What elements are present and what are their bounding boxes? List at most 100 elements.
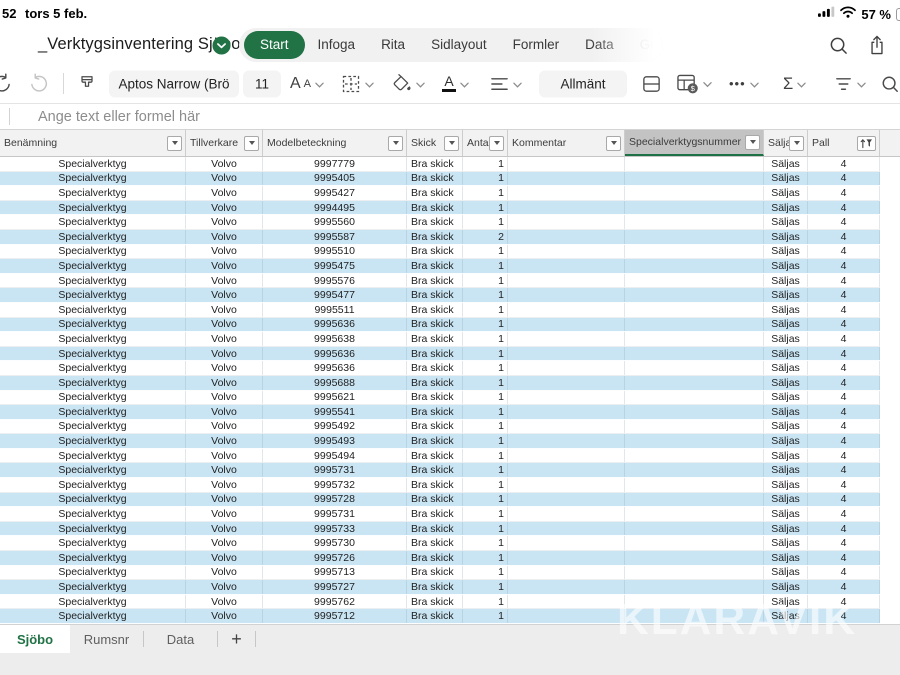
cell[interactable] [625, 215, 764, 229]
cell[interactable]: 9995733 [263, 522, 407, 536]
cell[interactable] [625, 536, 764, 550]
cell[interactable]: 9995732 [263, 478, 407, 492]
cell[interactable]: 9995510 [263, 245, 407, 259]
cell[interactable]: 4 [808, 318, 880, 332]
table-row[interactable]: SpecialverktygVolvo9995560Bra skick1Sälj… [0, 215, 880, 230]
cell[interactable]: Bra skick [407, 288, 463, 302]
cell[interactable]: Bra skick [407, 186, 463, 200]
ribbon-tab-formler[interactable]: Formler [500, 31, 573, 59]
cell[interactable]: 9995636 [263, 361, 407, 375]
table-row[interactable]: SpecialverktygVolvo9995541Bra skick1Sälj… [0, 405, 880, 420]
column-header-specialverktygsnummer[interactable]: Specialverktygsnummer [625, 130, 764, 156]
table-row[interactable]: SpecialverktygVolvo9995427Bra skick1Sälj… [0, 186, 880, 201]
cell[interactable]: 1 [463, 463, 508, 477]
cell[interactable]: Specialverktyg [0, 318, 186, 332]
cell[interactable]: 4 [808, 405, 880, 419]
table-row[interactable]: SpecialverktygVolvo9995688Bra skick1Sälj… [0, 376, 880, 391]
search-icon[interactable] [829, 36, 848, 60]
cell[interactable]: 9995713 [263, 566, 407, 580]
cell[interactable]: Säljas [764, 157, 808, 171]
cell[interactable]: 9995511 [263, 303, 407, 317]
table-row[interactable]: SpecialverktygVolvo9995731Bra skick1Sälj… [0, 463, 880, 478]
cell[interactable]: 4 [808, 288, 880, 302]
cell[interactable]: Specialverktyg [0, 405, 186, 419]
cell[interactable] [625, 245, 764, 259]
cell[interactable]: 4 [808, 493, 880, 507]
column-header-s-ljas[interactable]: Säljas [764, 130, 808, 156]
cell-format-button[interactable]: $ [676, 73, 712, 94]
sheet-tab-sj-bo[interactable]: Sjöbo [0, 625, 70, 653]
cell[interactable] [508, 420, 625, 434]
cell[interactable] [625, 580, 764, 594]
cell[interactable]: Säljas [764, 303, 808, 317]
cell[interactable]: Säljas [764, 507, 808, 521]
cell[interactable] [625, 157, 764, 171]
cell[interactable]: Specialverktyg [0, 215, 186, 229]
cell[interactable]: Volvo [186, 609, 263, 623]
cell[interactable] [508, 391, 625, 405]
cell[interactable]: 4 [808, 303, 880, 317]
cell[interactable]: 9995576 [263, 274, 407, 288]
cell[interactable] [508, 332, 625, 346]
cell[interactable]: 4 [808, 215, 880, 229]
cell[interactable]: Volvo [186, 172, 263, 186]
cell[interactable]: Säljas [764, 230, 808, 244]
cell[interactable] [508, 303, 625, 317]
cell[interactable]: 1 [463, 201, 508, 215]
borders-button[interactable] [341, 74, 374, 94]
cell[interactable] [625, 507, 764, 521]
format-painter-button[interactable] [77, 74, 97, 94]
cell[interactable]: 4 [808, 420, 880, 434]
cell[interactable] [625, 361, 764, 375]
sort-filter-indicator-icon[interactable] [857, 136, 876, 151]
cell[interactable] [508, 434, 625, 448]
cell[interactable]: Specialverktyg [0, 186, 186, 200]
cell[interactable]: Volvo [186, 493, 263, 507]
cell[interactable] [625, 303, 764, 317]
cell[interactable]: Specialverktyg [0, 361, 186, 375]
cell[interactable]: 4 [808, 332, 880, 346]
column-header-ben-mning[interactable]: Benämning [0, 130, 186, 156]
cell[interactable]: Bra skick [407, 507, 463, 521]
cell[interactable] [625, 274, 764, 288]
table-row[interactable]: SpecialverktygVolvo9995636Bra skick1Sälj… [0, 361, 880, 376]
cell[interactable]: Bra skick [407, 609, 463, 623]
cell[interactable]: 9995638 [263, 332, 407, 346]
cell[interactable]: 1 [463, 551, 508, 565]
table-row[interactable]: SpecialverktygVolvo9995492Bra skick1Sälj… [0, 420, 880, 435]
cell[interactable]: Volvo [186, 288, 263, 302]
cell[interactable]: Säljas [764, 245, 808, 259]
cell[interactable]: Volvo [186, 551, 263, 565]
cell[interactable]: 1 [463, 347, 508, 361]
cell[interactable]: Säljas [764, 493, 808, 507]
cell[interactable]: 4 [808, 376, 880, 390]
table-row[interactable]: SpecialverktygVolvo9995510Bra skick1Sälj… [0, 245, 880, 260]
cell[interactable] [508, 609, 625, 623]
cell[interactable] [508, 449, 625, 463]
cell[interactable] [625, 566, 764, 580]
cell[interactable]: Specialverktyg [0, 391, 186, 405]
alignment-button[interactable] [490, 75, 522, 93]
cell[interactable]: Säljas [764, 478, 808, 492]
cell[interactable]: 1 [463, 391, 508, 405]
sheet-tab-rumsnr[interactable]: Rumsnr [70, 625, 143, 653]
cell[interactable]: 9995730 [263, 536, 407, 550]
cell[interactable]: Bra skick [407, 201, 463, 215]
cell[interactable]: Volvo [186, 536, 263, 550]
cell[interactable]: Bra skick [407, 420, 463, 434]
cell[interactable]: 9995727 [263, 580, 407, 594]
table-row[interactable]: SpecialverktygVolvo9997779Bra skick1Sälj… [0, 157, 880, 172]
cell[interactable]: 9995494 [263, 449, 407, 463]
cell[interactable]: 4 [808, 449, 880, 463]
cell[interactable]: Säljas [764, 391, 808, 405]
cell[interactable]: Volvo [186, 245, 263, 259]
cell[interactable]: Specialverktyg [0, 536, 186, 550]
cell[interactable]: 1 [463, 361, 508, 375]
cell[interactable]: 1 [463, 434, 508, 448]
column-header-skick[interactable]: Skick [407, 130, 463, 156]
column-header-tillverkare[interactable]: Tillverkare [186, 130, 263, 156]
cell[interactable]: 1 [463, 245, 508, 259]
table-row[interactable]: SpecialverktygVolvo9995636Bra skick1Sälj… [0, 347, 880, 362]
table-row[interactable]: SpecialverktygVolvo9995638Bra skick1Sälj… [0, 332, 880, 347]
cell[interactable]: 4 [808, 361, 880, 375]
